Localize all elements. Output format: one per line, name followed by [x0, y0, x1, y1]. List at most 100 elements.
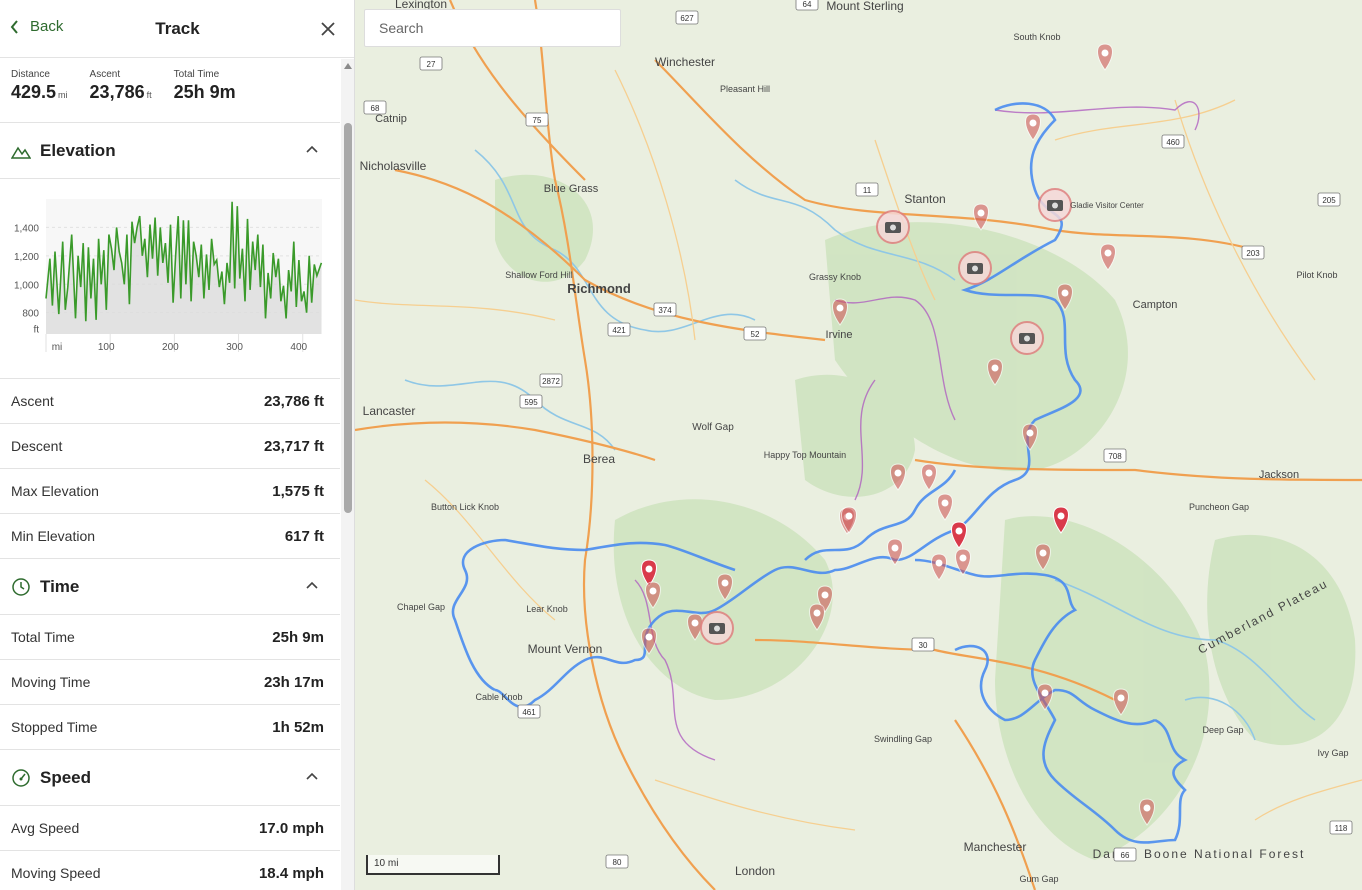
- photo-camera-icon[interactable]: [1010, 321, 1044, 355]
- photo-camera-icon[interactable]: [958, 251, 992, 285]
- elevation-chart-svg: 1,400 1,200 1,000 800 ft mi 100 200 300 400: [14, 199, 323, 353]
- highway-shield: 205: [1317, 192, 1341, 207]
- map-pin-icon[interactable]: [951, 521, 967, 549]
- summary-total-time: Total Time 25h 9m: [174, 69, 236, 122]
- elevation-chart[interactable]: 1,400 1,200 1,000 800 ft mi 100 200 300 400: [0, 179, 340, 379]
- stat-label: Stopped Time: [11, 719, 98, 735]
- x-tick-label: 300: [226, 342, 243, 353]
- highway-shield: 64: [795, 0, 819, 11]
- svg-text:80: 80: [613, 858, 622, 867]
- svg-text:595: 595: [524, 398, 538, 407]
- map-canvas[interactable]: Lexington Mount SterlingWinchesterCatnipN…: [355, 0, 1362, 890]
- sidebar-scrollbar[interactable]: [341, 59, 354, 890]
- highway-shield: 708: [1103, 448, 1127, 463]
- back-button[interactable]: Back: [10, 18, 63, 35]
- stat-value: 23,717 ft: [263, 437, 324, 455]
- place-label: Puncheon Gap: [1189, 502, 1249, 512]
- svg-text:205: 205: [1322, 196, 1336, 205]
- elevation-section-header[interactable]: Elevation: [0, 123, 340, 179]
- map-pin-icon[interactable]: [937, 493, 953, 521]
- map-pin-icon[interactable]: [921, 463, 937, 491]
- svg-text:374: 374: [658, 306, 672, 315]
- map-pin-icon[interactable]: [890, 463, 906, 491]
- stat-row-stopped-time: Stopped Time 1h 52m: [0, 705, 340, 750]
- stat-value: 18.4 mph: [258, 864, 324, 882]
- time-stats-list: Total Time 25h 9m Moving Time 23h 17m Stop…: [0, 615, 340, 750]
- highway-shield: 68: [363, 100, 387, 115]
- photo-camera-icon[interactable]: [1038, 188, 1072, 222]
- stat-label: Moving Time: [11, 674, 91, 690]
- summary-value: 23,786: [89, 82, 145, 102]
- map-pin-icon[interactable]: [1100, 243, 1116, 271]
- highway-shield: 27: [419, 56, 443, 71]
- photo-camera-icon[interactable]: [700, 611, 734, 645]
- chevron-up-icon: [306, 581, 318, 589]
- speed-section-header[interactable]: Speed: [0, 750, 340, 806]
- map-pin-icon[interactable]: [931, 553, 947, 581]
- stat-label: Min Elevation: [11, 528, 96, 544]
- x-tick-label: 200: [162, 342, 179, 353]
- time-section-header[interactable]: Time: [0, 559, 340, 615]
- stat-label: Moving Speed: [11, 865, 101, 881]
- back-label: Back: [30, 18, 64, 35]
- place-label: Mount Vernon: [528, 642, 603, 656]
- close-icon[interactable]: [319, 20, 337, 38]
- stat-value: 25h 9m: [272, 628, 324, 646]
- svg-text:460: 460: [1166, 138, 1180, 147]
- place-label: Manchester: [964, 840, 1027, 854]
- place-label: Lancaster: [363, 404, 416, 418]
- y-tick-label: 1,000: [14, 280, 39, 291]
- svg-text:627: 627: [680, 14, 694, 23]
- highway-shield: 627: [675, 10, 699, 25]
- stat-row-descent: Descent 23,717 ft: [0, 424, 340, 469]
- place-label: Irvine: [826, 329, 853, 341]
- highway-shield: 374: [653, 302, 677, 317]
- stat-value: 17.0 mph: [258, 819, 324, 837]
- place-label: Catnip: [375, 113, 407, 125]
- stat-value: 23,786 ft: [263, 392, 324, 410]
- time-title: Time: [40, 576, 80, 596]
- photo-camera-icon[interactable]: [876, 210, 910, 244]
- map-pin-icon[interactable]: [887, 538, 903, 566]
- map-view[interactable]: Lexington Mount Sterling Winchester Catnip N…: [355, 0, 1362, 890]
- stat-row-ascent: Ascent 23,786 ft: [0, 379, 340, 424]
- place-label: Campton: [1133, 299, 1178, 311]
- svg-text:64: 64: [803, 0, 812, 9]
- sidebar-scroll-area[interactable]: Distance 429.5 mi Ascent 23,786 ft Total T…: [0, 59, 340, 890]
- stat-label: Avg Speed: [11, 820, 80, 836]
- chevron-up-icon: [306, 772, 318, 780]
- y-axis-unit-label: ft: [33, 325, 39, 336]
- map-pin-icon[interactable]: [1025, 113, 1041, 141]
- map-search-input[interactable]: [364, 9, 621, 47]
- svg-text:52: 52: [751, 330, 760, 339]
- place-label: Shallow Ford Hill: [505, 270, 573, 280]
- speedometer-icon: [11, 768, 31, 788]
- place-label: Berea: [583, 452, 615, 466]
- track-sidebar: Back Track Distance 429.5 mi Ascent 23,78…: [0, 0, 355, 890]
- scroll-up-arrow-icon[interactable]: [344, 63, 352, 69]
- place-label: Winchester: [655, 55, 715, 69]
- stat-row-moving-speed: Moving Speed 18.4 mph: [0, 851, 340, 890]
- highway-shield: 118: [1329, 820, 1353, 835]
- highway-shield: 421: [607, 322, 631, 337]
- map-pin-icon[interactable]: [1097, 43, 1113, 71]
- scrollbar-thumb[interactable]: [344, 123, 352, 513]
- place-label: Pilot Knob: [1296, 270, 1337, 280]
- place-label: Lear Knob: [526, 604, 568, 614]
- sidebar-header: Back Track: [0, 0, 354, 58]
- place-label: Pleasant Hill: [720, 84, 770, 94]
- elevation-title: Elevation: [40, 140, 116, 160]
- svg-text:118: 118: [1335, 824, 1348, 833]
- summary-unit: ft: [146, 90, 152, 100]
- stat-row-moving-time: Moving Time 23h 17m: [0, 660, 340, 705]
- highway-shield: 461: [517, 704, 541, 719]
- x-tick-label: mi: [52, 342, 63, 353]
- map-pin-icon[interactable]: [973, 203, 989, 231]
- highway-shield: 203: [1241, 245, 1265, 260]
- highway-shield: 52: [743, 326, 767, 341]
- place-label: Deep Gap: [1202, 725, 1243, 735]
- stat-value: 23h 17m: [263, 673, 324, 691]
- place-label: Gum Gap: [1019, 874, 1058, 884]
- place-label: Swindling Gap: [874, 734, 932, 744]
- summary-label: Ascent: [89, 69, 121, 80]
